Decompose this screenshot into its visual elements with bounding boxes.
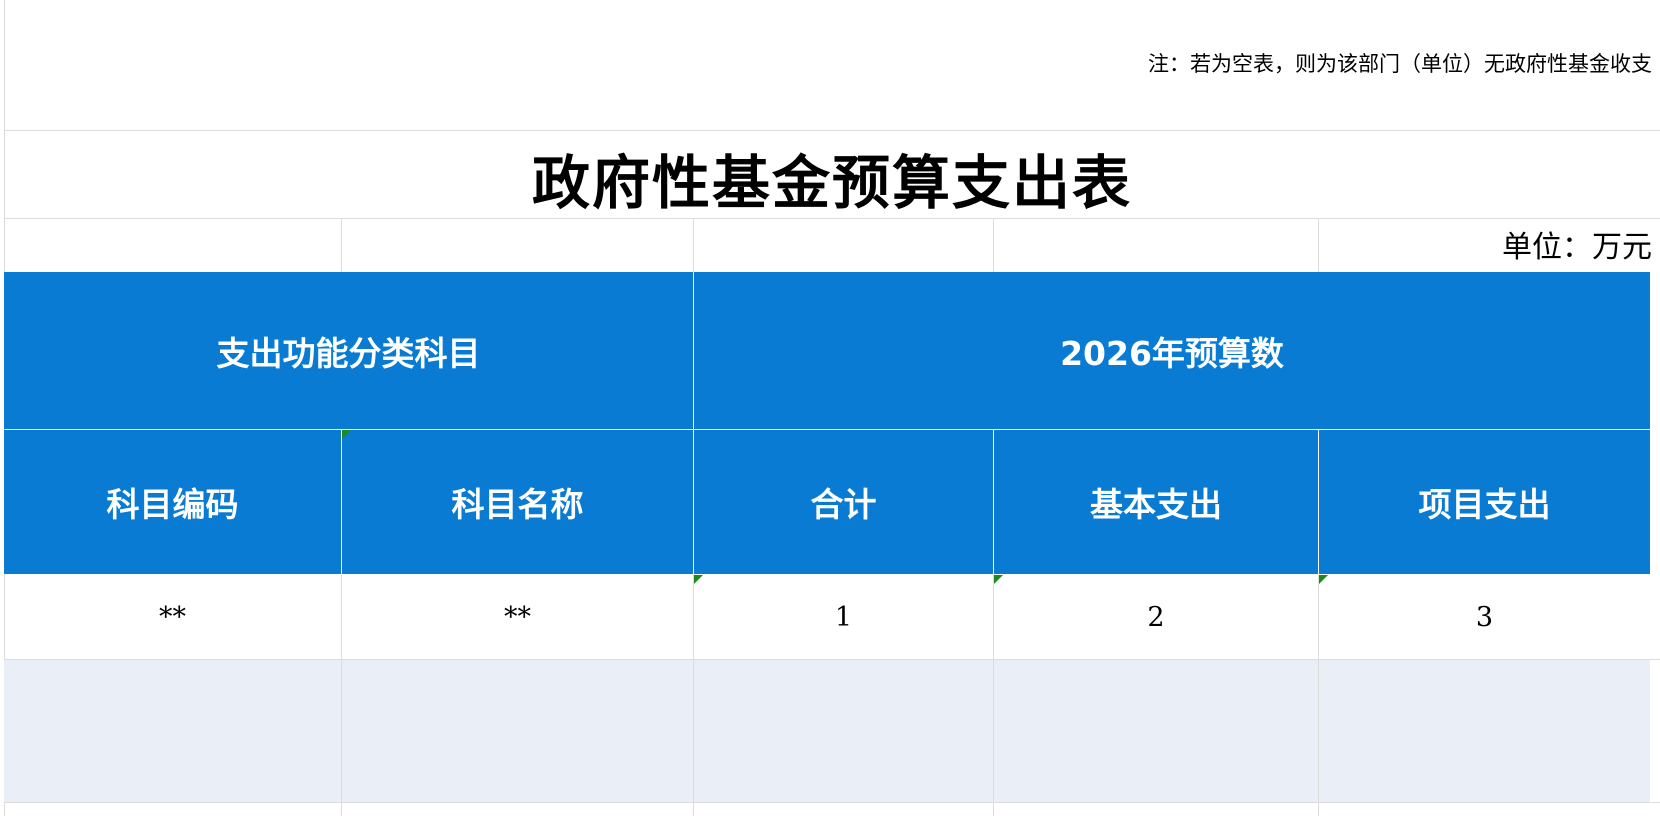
row-divider (4, 802, 1660, 803)
col-divider (693, 218, 694, 272)
index-cell-total[interactable]: 1 (694, 575, 993, 659)
page-title: 政府性基金预算支出表 (531, 149, 1132, 217)
col-divider (993, 218, 994, 272)
index-cell-project[interactable]: 3 (1319, 575, 1650, 659)
header-col-total[interactable]: 合计 (694, 430, 993, 574)
header-col-basic[interactable]: 基本支出 (994, 430, 1318, 574)
header-col-name[interactable]: 科目名称 (342, 430, 693, 574)
empty-cell[interactable] (1319, 660, 1650, 802)
row-divider (4, 130, 1660, 131)
index-cell-name[interactable]: ** (342, 575, 693, 659)
empty-cell[interactable] (4, 660, 341, 802)
header-col-code[interactable]: 科目编码 (4, 430, 341, 574)
header-col-project[interactable]: 项目支出 (1319, 430, 1650, 574)
col-divider (1318, 218, 1319, 272)
index-cell-basic[interactable]: 2 (994, 575, 1318, 659)
empty-cell[interactable] (342, 660, 693, 802)
empty-cell[interactable] (694, 660, 993, 802)
note-text: 注：若为空表，则为该部门（单位）无政府性基金收支 (1148, 52, 1652, 76)
header-group-right[interactable]: 2026年预算数 (694, 272, 1650, 429)
cell-indicator (342, 430, 351, 439)
col-divider (341, 218, 342, 272)
header-group-left[interactable]: 支出功能分类科目 (4, 272, 693, 429)
empty-cell[interactable] (994, 660, 1318, 802)
spreadsheet-sheet: 注：若为空表，则为该部门（单位）无政府性基金收支 政府性基金预算支出表 单位：万… (0, 0, 1660, 816)
unit-label: 单位：万元 (1502, 230, 1652, 265)
index-cell-code[interactable]: ** (4, 575, 341, 659)
